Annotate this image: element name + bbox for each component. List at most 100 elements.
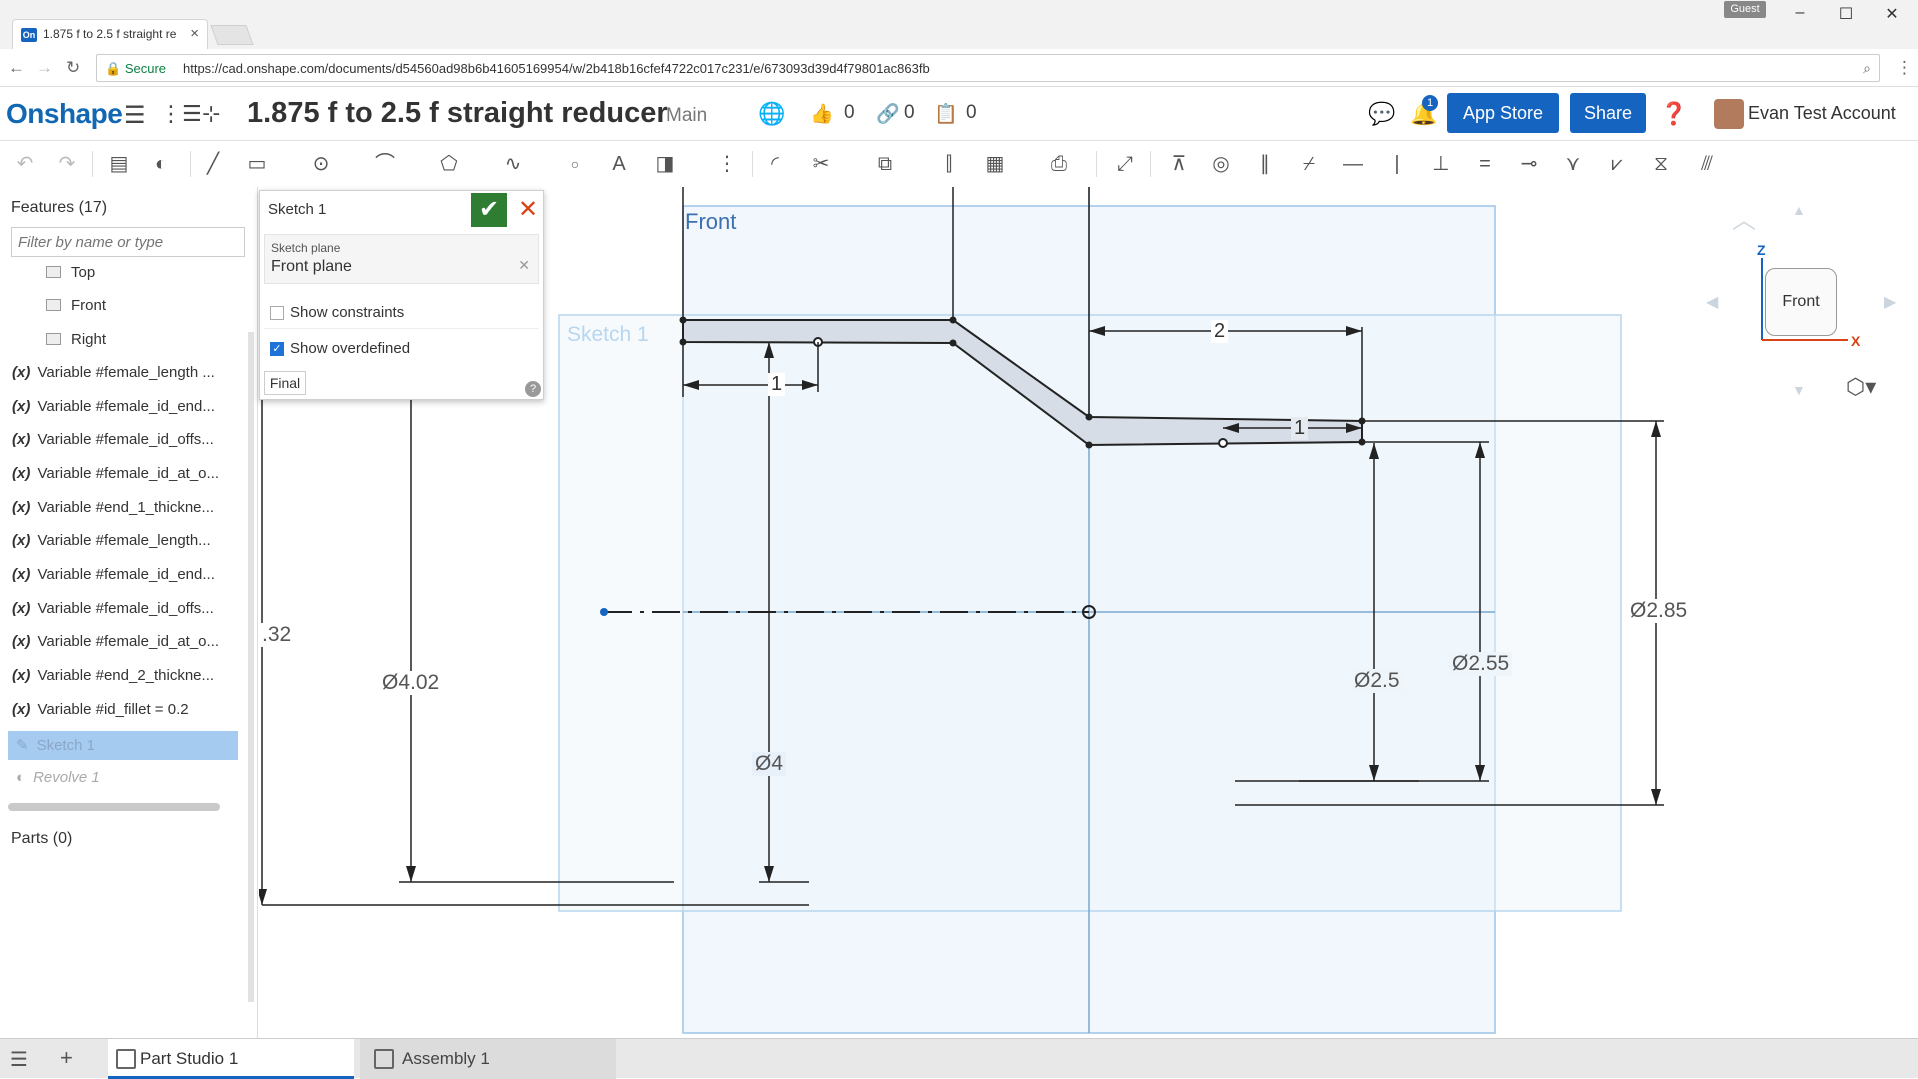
rectangle-tool-icon[interactable]: ▭ [242,149,272,179]
pierce-icon[interactable]: ⩗ [1602,149,1632,179]
zoom-icon[interactable]: ⌕ [1863,60,1871,77]
parallel-icon[interactable]: ∥ [1250,149,1280,179]
feature-variable[interactable]: (x) Variable #end_2_thickne... [12,667,240,684]
mirror-tool-icon[interactable]: ⫿ [934,149,964,179]
help-icon[interactable]: ❓ [1660,101,1687,127]
use-tool-icon[interactable]: ◨ [650,149,680,179]
feature-sketch[interactable]: ✎ Sketch 1 [16,736,244,754]
new-sketch-icon[interactable]: ◐ [146,149,176,179]
pattern-tool-icon[interactable]: ▦ [980,149,1010,179]
feature-variable[interactable]: (x) Variable #id_fillet = 0.2 [12,701,240,718]
feature-variable[interactable]: (x) Variable #female_id_end... [12,566,240,583]
comment-icon[interactable]: 💬 [1368,101,1395,127]
reload-icon[interactable]: ↻ [66,58,80,78]
circle-tool-icon[interactable]: ⊙ [306,149,336,179]
redo-icon[interactable]: ↷ [52,149,82,179]
polygon-tool-icon[interactable]: ⬠ [434,149,464,179]
trim-tool-icon[interactable]: ✂ [806,149,836,179]
view-down-arrow-icon[interactable]: ▼ [1792,382,1806,398]
symmetric-icon[interactable]: ⧖ [1646,149,1676,179]
show-constraints-checkbox[interactable] [270,306,284,320]
maximize-icon[interactable]: ☐ [1828,4,1864,26]
horizontal-icon[interactable]: — [1338,149,1368,179]
render-mode-icon[interactable]: ⬡▾ [1846,374,1876,400]
add-tab-icon[interactable]: + [60,1045,73,1071]
import-dxf-icon[interactable]: ⎙ [1044,149,1074,179]
user-menu[interactable]: Evan Test Account [1748,103,1896,124]
share-button[interactable]: Share [1570,93,1646,133]
feature-variable[interactable]: (x) Variable #female_id_at_o... [12,465,240,482]
undo-icon[interactable]: ↶ [10,149,40,179]
hamburger-menu-icon[interactable]: ☰ [124,101,146,130]
show-constraints-row[interactable]: Show constraints [264,297,539,329]
feature-list-vscrollbar[interactable] [248,332,254,1002]
dimension-1-right[interactable]: 1 [1291,417,1309,440]
feature-list-hscrollbar[interactable] [8,803,220,811]
feature-list-icon[interactable]: ⋮☰ [160,101,202,127]
dimension-1-left[interactable]: 1 [768,373,786,396]
onshape-logo[interactable]: Onshape [6,98,123,130]
new-tab-button[interactable] [210,25,254,45]
avatar[interactable] [1714,99,1744,129]
dimension-dia-402[interactable]: Ø4.02 [379,671,443,695]
point-tool-icon[interactable]: ○ [560,149,590,179]
text-tool-icon[interactable]: A [604,149,634,179]
feature-variable[interactable]: (x) Variable #female_id_end... [12,398,240,415]
spline-tool-icon[interactable]: ∿ [498,149,528,179]
dimension-dia-255[interactable]: Ø2.55 [1449,652,1513,676]
feature-variable[interactable]: (x) Variable #end_1_thickne... [12,499,240,516]
fillet-tool-icon[interactable]: ◜ [760,149,790,179]
midpoint-icon[interactable]: ⊸ [1514,149,1544,179]
back-icon[interactable]: ← [8,58,25,78]
line-tool-icon[interactable]: ╱ [198,149,228,179]
forward-icon[interactable]: → [36,58,53,78]
feature-variable[interactable]: (x) Variable #female_id_at_o... [12,633,240,650]
clear-plane-icon[interactable]: ✕ [518,257,530,274]
view-right-arrow-icon[interactable]: ▶ [1884,292,1896,312]
secure-indicator[interactable]: 🔒 Secure [105,61,166,77]
globe-icon[interactable]: 🌐 [758,101,785,127]
tab-part-studio-1[interactable]: Part Studio 1 [108,1039,354,1079]
dimension-2[interactable]: 2 [1211,320,1229,343]
close-window-icon[interactable]: ✕ [1874,4,1910,26]
copy-icon[interactable]: 📋 [934,102,958,126]
feature-variable[interactable]: (x) Variable #female_length... [12,532,240,549]
history-icon[interactable]: ⊹ [202,101,220,127]
dimension-dia-285[interactable]: Ø2.85 [1627,599,1691,623]
feature-filter-input[interactable] [11,227,245,257]
construction-tool-icon[interactable]: ⋮ [712,149,742,179]
feature-variable[interactable]: (x) Variable #female_length ... [12,364,240,381]
equal-icon[interactable]: = [1470,149,1500,179]
concentric-icon[interactable]: ◎ [1206,149,1236,179]
vertical-icon[interactable]: | [1382,149,1412,179]
dimension-tool-icon[interactable]: ⤢ [1110,149,1140,179]
sketch-dialog-title[interactable]: Sketch 1 [268,201,326,218]
cancel-x-button[interactable]: ✕ [513,193,543,227]
offset-tool-icon[interactable]: ⧉ [870,149,900,179]
link-icon[interactable]: 🔗 [876,102,900,126]
tab-manager-icon[interactable]: ☰ [10,1047,28,1072]
feature-plane-top[interactable]: Top [46,264,274,281]
url-field[interactable]: 🔒 Secure https://cad.onshape.com/documen… [96,54,1880,82]
view-rotate-up-icon[interactable]: ︿ [1732,200,1756,235]
tangent-icon[interactable]: ⌿ [1294,149,1324,179]
browser-menu-icon[interactable]: ⋮ [1896,58,1913,78]
coincident-icon[interactable]: ⊼ [1164,149,1194,179]
feature-revolve[interactable]: ◐ Revolve 1 [16,769,244,786]
normal-icon[interactable]: ⋎ [1558,149,1588,179]
feature-variable[interactable]: (x) Variable #female_id_offs... [12,600,240,617]
final-button[interactable]: Final [264,371,306,395]
workspace-name[interactable]: Main [666,105,707,127]
variable-table-icon[interactable]: ▤ [104,149,134,179]
dimension-dia-25[interactable]: Ø2.5 [1351,669,1403,693]
sketch-plane-field[interactable]: Sketch plane Front plane ✕ [264,234,539,284]
feature-plane-right[interactable]: Right [46,331,274,348]
minimize-icon[interactable]: – [1782,4,1818,26]
show-overdefined-checkbox[interactable]: ✓ [270,342,284,356]
view-left-arrow-icon[interactable]: ◀ [1706,292,1718,312]
feature-variable[interactable]: (x) Variable #female_id_offs... [12,431,240,448]
guest-profile-badge[interactable]: Guest [1724,1,1766,18]
show-overdefined-row[interactable]: ✓ Show overdefined [264,333,539,365]
tab-assembly-1[interactable]: Assembly 1 [360,1039,616,1079]
app-store-button[interactable]: App Store [1447,93,1559,133]
